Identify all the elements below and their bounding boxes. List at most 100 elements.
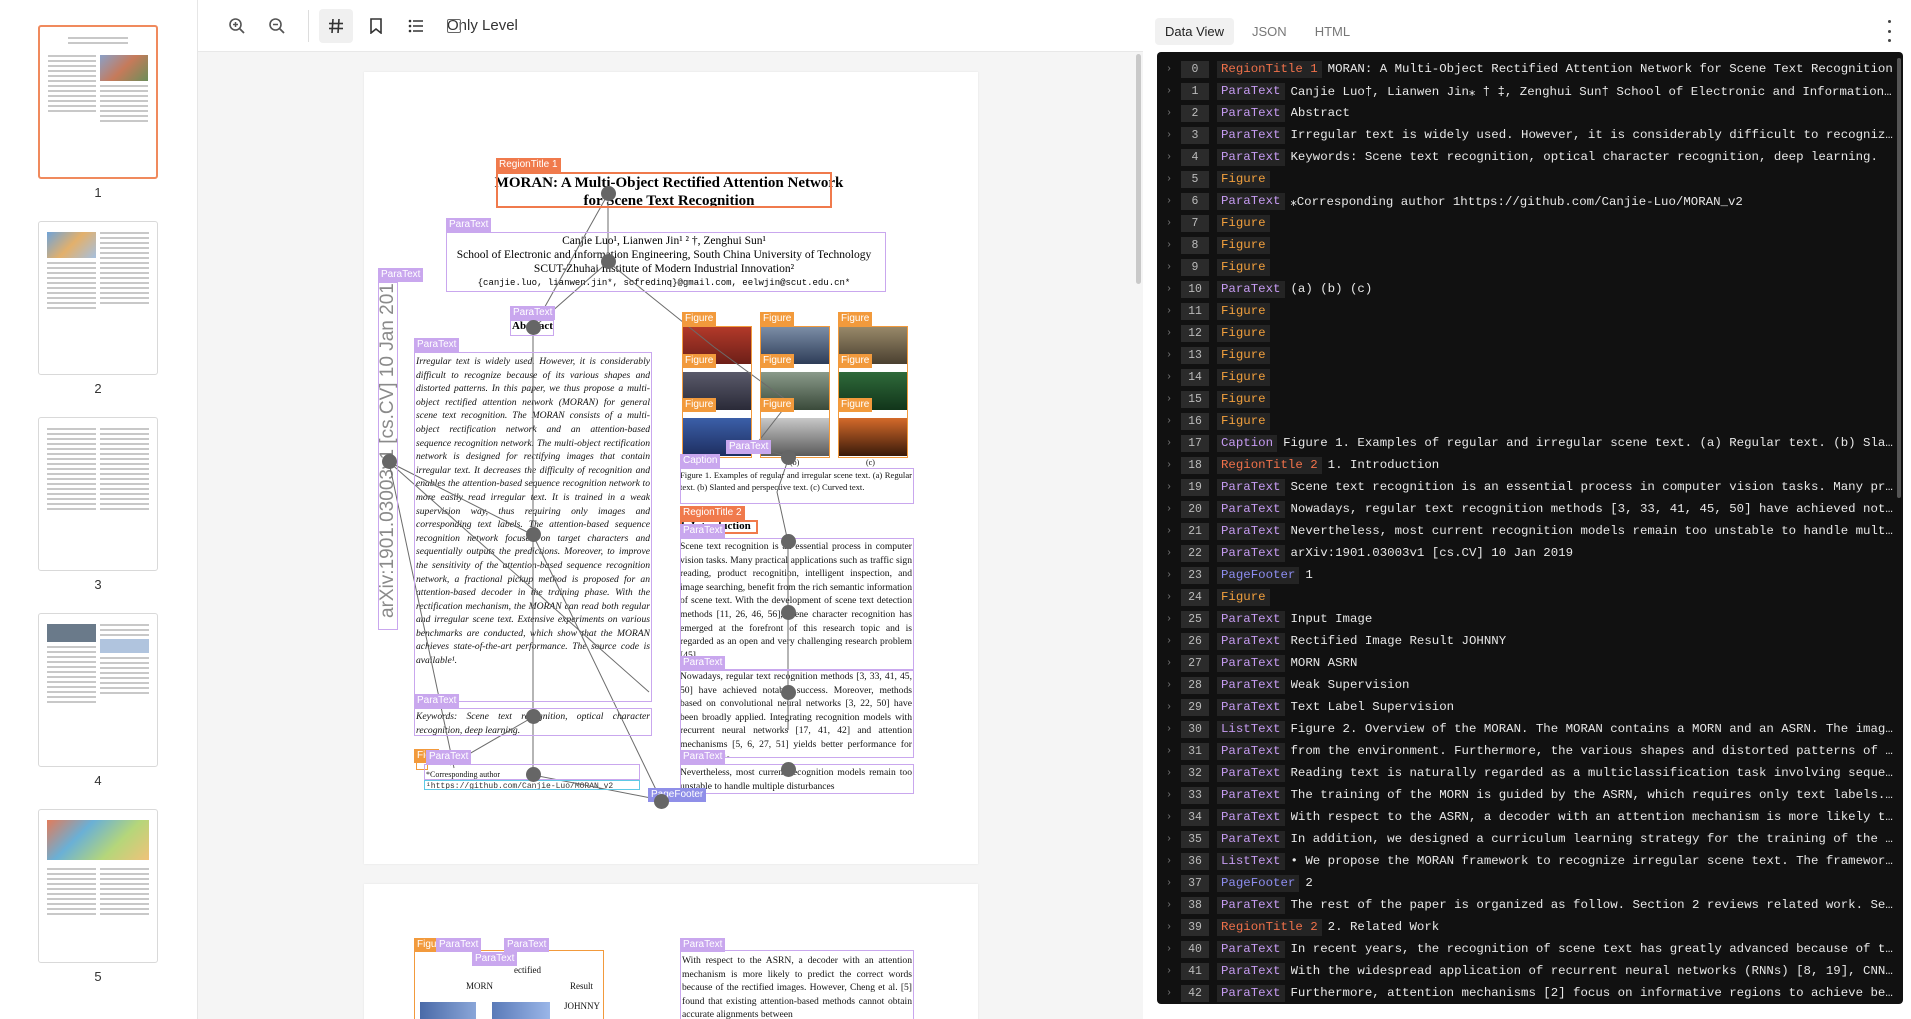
chevron-right-icon[interactable]: ›: [1157, 416, 1181, 427]
order-node[interactable]: [526, 709, 541, 724]
region-row[interactable]: › 11 Figure: [1157, 300, 1893, 322]
page-thumbnail-3[interactable]: [38, 417, 158, 571]
chevron-right-icon[interactable]: ›: [1157, 174, 1181, 185]
chevron-right-icon[interactable]: ›: [1157, 614, 1181, 625]
chevron-right-icon[interactable]: ›: [1157, 746, 1181, 757]
region-row[interactable]: › 5 Figure: [1157, 168, 1893, 190]
figure-box[interactable]: [760, 326, 830, 458]
region-row[interactable]: › 25 ParaText Input Image: [1157, 608, 1893, 630]
region-row[interactable]: › 38 ParaText The rest of the paper is orga…: [1157, 894, 1893, 916]
region-row[interactable]: › 27 ParaText MORN ASRN: [1157, 652, 1893, 674]
page-thumbnail-4[interactable]: [38, 613, 158, 767]
chevron-right-icon[interactable]: ›: [1157, 350, 1181, 361]
chevron-right-icon[interactable]: ›: [1157, 724, 1181, 735]
tab-data-view[interactable]: Data View: [1155, 17, 1235, 45]
order-node[interactable]: [781, 534, 796, 549]
list-scrollbar[interactable]: [1897, 58, 1901, 498]
order-node[interactable]: [601, 186, 616, 201]
chevron-right-icon[interactable]: ›: [1157, 394, 1181, 405]
chevron-right-icon[interactable]: ›: [1157, 878, 1181, 889]
order-node[interactable]: [382, 454, 397, 469]
region-row[interactable]: › 36 ListText • We propose the MORAN framew…: [1157, 850, 1893, 872]
chevron-right-icon[interactable]: ›: [1157, 592, 1181, 603]
chevron-right-icon[interactable]: ›: [1157, 900, 1181, 911]
region-row[interactable]: › 35 ParaText In addition, we designed a cu…: [1157, 828, 1893, 850]
figure-box[interactable]: [682, 326, 752, 458]
chevron-right-icon[interactable]: ›: [1157, 526, 1181, 537]
region-row[interactable]: › 3 ParaText Irregular text is widely used.…: [1157, 124, 1893, 146]
region-row[interactable]: › 8 Figure: [1157, 234, 1893, 256]
region-row[interactable]: › 17 Caption Figure 1. Examples of regular …: [1157, 432, 1893, 454]
order-node[interactable]: [601, 254, 616, 269]
region-row[interactable]: › 33 ParaText The training of the MORN is g…: [1157, 784, 1893, 806]
region-row[interactable]: › 16 Figure: [1157, 410, 1893, 432]
chevron-right-icon[interactable]: ›: [1157, 636, 1181, 647]
region-row[interactable]: › 4 ParaText Keywords: Scene text recogniti…: [1157, 146, 1893, 168]
chevron-right-icon[interactable]: ›: [1157, 680, 1181, 691]
region-row[interactable]: › 28 ParaText Weak Supervision: [1157, 674, 1893, 696]
only-level-checkbox[interactable]: Only Level: [447, 17, 518, 34]
page-thumbnail-2[interactable]: [38, 221, 158, 375]
order-node[interactable]: [781, 605, 796, 620]
chevron-right-icon[interactable]: ›: [1157, 130, 1181, 141]
caption-box[interactable]: [680, 468, 914, 504]
region-row[interactable]: › 21 ParaText Nevertheless, most current re…: [1157, 520, 1893, 542]
chevron-right-icon[interactable]: ›: [1157, 262, 1181, 273]
order-node[interactable]: [781, 762, 796, 777]
order-node[interactable]: [654, 794, 669, 809]
chevron-right-icon[interactable]: ›: [1157, 966, 1181, 977]
chevron-right-icon[interactable]: ›: [1157, 240, 1181, 251]
chevron-right-icon[interactable]: ›: [1157, 856, 1181, 867]
order-node[interactable]: [781, 450, 796, 465]
chevron-right-icon[interactable]: ›: [1157, 328, 1181, 339]
chevron-right-icon[interactable]: ›: [1157, 834, 1181, 845]
chevron-right-icon[interactable]: ›: [1157, 86, 1181, 97]
region-row[interactable]: › 18 RegionTitle 2 1. Introduction: [1157, 454, 1893, 476]
region-row[interactable]: › 37 PageFooter 2: [1157, 872, 1893, 894]
page-thumbnail-5[interactable]: [38, 809, 158, 963]
chevron-right-icon[interactable]: ›: [1157, 922, 1181, 933]
chevron-right-icon[interactable]: ›: [1157, 812, 1181, 823]
chevron-right-icon[interactable]: ›: [1157, 790, 1181, 801]
chevron-right-icon[interactable]: ›: [1157, 460, 1181, 471]
region-row[interactable]: › 24 Figure: [1157, 586, 1893, 608]
paratext-box[interactable]: [680, 764, 914, 794]
region-row[interactable]: › 13 Figure: [1157, 344, 1893, 366]
region-row[interactable]: › 22 ParaText arXiv:1901.03003v1 [cs.CV] 10…: [1157, 542, 1893, 564]
bookmark-button[interactable]: [359, 9, 393, 43]
region-row[interactable]: › 23 PageFooter 1: [1157, 564, 1893, 586]
show-index-button[interactable]: [319, 8, 353, 43]
region-row[interactable]: › 39 RegionTitle 2 2. Related Work: [1157, 916, 1893, 938]
page-thumbnail-1[interactable]: [38, 25, 158, 179]
paratext-box[interactable]: [680, 538, 914, 670]
tab-json[interactable]: JSON: [1242, 18, 1297, 45]
region-row[interactable]: › 32 ParaText Reading text is naturally reg…: [1157, 762, 1893, 784]
viewer-scrollbar[interactable]: [1136, 54, 1141, 284]
region-row[interactable]: › 7 Figure: [1157, 212, 1893, 234]
chevron-right-icon[interactable]: ›: [1157, 152, 1181, 163]
chevron-right-icon[interactable]: ›: [1157, 570, 1181, 581]
zoom-out-button[interactable]: [260, 9, 294, 43]
chevron-right-icon[interactable]: ›: [1157, 372, 1181, 383]
order-node[interactable]: [781, 685, 796, 700]
region-row[interactable]: › 9 Figure: [1157, 256, 1893, 278]
checkbox-square[interactable]: [447, 18, 461, 33]
region-row[interactable]: › 34 ParaText With respect to the ASRN, a d…: [1157, 806, 1893, 828]
chevron-right-icon[interactable]: ›: [1157, 108, 1181, 119]
chevron-right-icon[interactable]: ›: [1157, 218, 1181, 229]
chevron-right-icon[interactable]: ›: [1157, 768, 1181, 779]
chevron-right-icon[interactable]: ›: [1157, 64, 1181, 75]
region-row[interactable]: › 6 ParaText ⁎Corresponding author 1https:/…: [1157, 190, 1893, 212]
region-row[interactable]: › 30 ListText Figure 2. Overview of the MOR…: [1157, 718, 1893, 740]
region-row[interactable]: › 1 ParaText Canjie Luo†, Lianwen Jin⁎ † ‡,…: [1157, 80, 1893, 102]
region-title-box[interactable]: [496, 172, 832, 208]
chevron-right-icon[interactable]: ›: [1157, 944, 1181, 955]
region-row[interactable]: › 26 ParaText Rectified Image Result JOHNNY: [1157, 630, 1893, 652]
order-node[interactable]: [526, 320, 541, 335]
region-row[interactable]: › 15 Figure: [1157, 388, 1893, 410]
zoom-in-button[interactable]: [220, 9, 254, 43]
order-node[interactable]: [526, 767, 541, 782]
chevron-right-icon[interactable]: ›: [1157, 548, 1181, 559]
chevron-right-icon[interactable]: ›: [1157, 482, 1181, 493]
region-row[interactable]: › 20 ParaText Nowadays, regular text recogn…: [1157, 498, 1893, 520]
